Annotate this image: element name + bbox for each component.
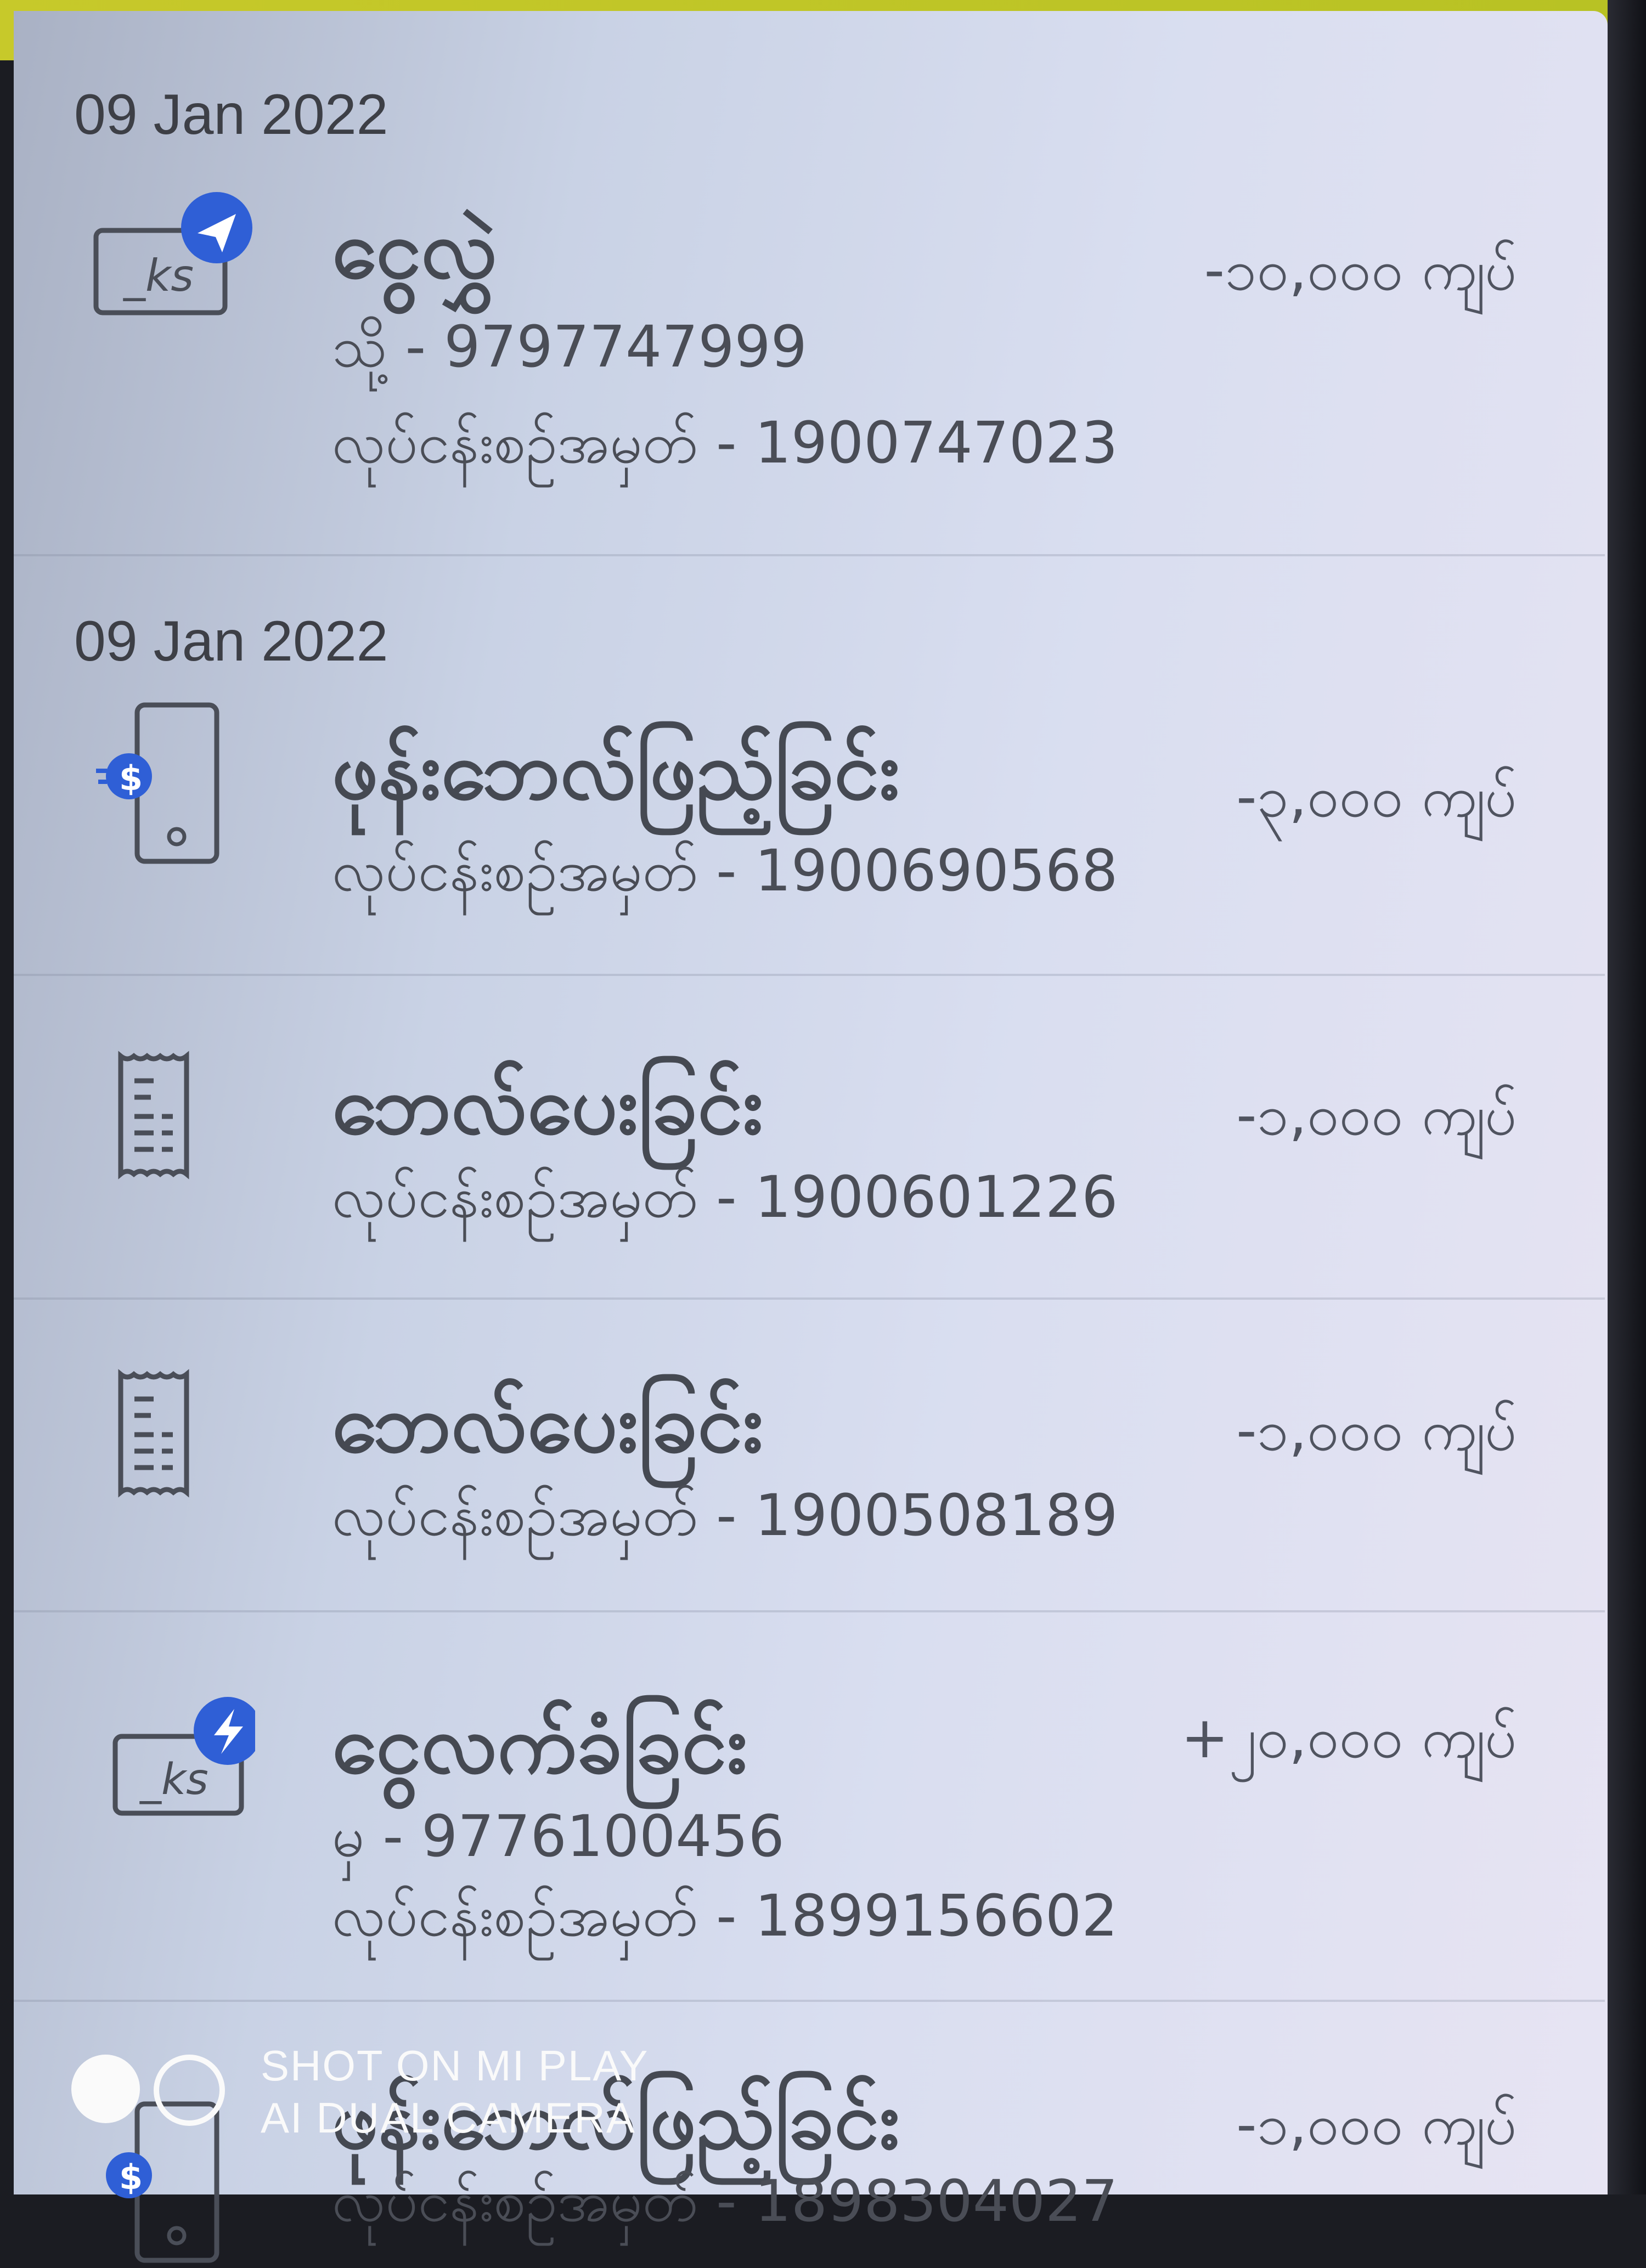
- watermark-dot-icon: [71, 2055, 140, 2123]
- watermark-ring-icon: [154, 2055, 225, 2126]
- bill-receipt-icon: [91, 1048, 233, 1191]
- transaction-amount: -၁၀,၀၀၀ ကျပ်: [1204, 236, 1517, 303]
- transaction-date: 09 Jan 2022: [74, 83, 388, 146]
- sender-number: မှ - 9776100456: [332, 1803, 785, 1870]
- transaction-id: လုပ်ငန်းစဉ်အမှတ် - 1900747023: [332, 409, 1118, 476]
- transaction-amount: -၁,၀၀၀ ကျပ်: [1236, 2091, 1517, 2158]
- camera-watermark: SHOT ON MI PLAY AI DUAL CAMERA: [71, 2033, 675, 2153]
- watermark-line-1: SHOT ON MI PLAY: [261, 2041, 649, 2090]
- transaction-amount: -၃,၀၀၀ ကျပ်: [1236, 763, 1517, 830]
- device-bezel: [1608, 0, 1646, 2194]
- transaction-amount: -၁,၀၀၀ ကျပ်: [1236, 1397, 1517, 1464]
- transaction-amount: +၂၀,၀၀၀ ကျပ်: [1181, 1704, 1517, 1771]
- transaction-date: 09 Jan 2022: [74, 610, 388, 673]
- transaction-id: လုပ်ငန်းစဉ်အမှတ် - 1899156602: [332, 1882, 1118, 1949]
- money-transfer-send-icon: _ks: [91, 187, 252, 329]
- transaction-title: ငွေလက်ခံခြင်း: [332, 1697, 748, 1791]
- transaction-item[interactable]: 09 Jan 2022 $ ဖုန်းဘေလ်ဖြည့်ခြင်း လုပ်ငန…: [14, 554, 1605, 976]
- transaction-item[interactable]: _ks ငွေလက်ခံခြင်း မှ - 9776100456 လုပ်ငန…: [14, 1610, 1605, 2002]
- transaction-id: လုပ်ငန်းစဉ်အမှတ် - 1900508189: [332, 1482, 1118, 1549]
- transaction-item[interactable]: 09 Jan 2022 _ks ငွေလွှဲ သို့ - 979774799…: [14, 11, 1605, 556]
- transaction-item[interactable]: ဘေလ်ပေးခြင်း လုပ်ငန်းစဉ်အမှတ် - 19005081…: [14, 1297, 1605, 1612]
- transaction-id: လုပ်ငန်းစဉ်အမှတ် - 1900690568: [332, 837, 1118, 904]
- transaction-item[interactable]: ဘေလ်ပေးခြင်း လုပ်ငန်းစဉ်အမှတ် - 19006012…: [14, 974, 1605, 1300]
- watermark-line-2: AI DUAL CAMERA: [261, 2094, 636, 2142]
- transaction-title: ငွေလွှဲ: [332, 202, 498, 296]
- svg-text:_ks: _ks: [139, 1755, 208, 1804]
- transaction-amount: -၁,၀၀၀ ကျပ်: [1236, 1081, 1517, 1148]
- money-receive-icon: _ks: [91, 1692, 262, 1835]
- transaction-id: လုပ်ငန်းစဉ်အမှတ် - 1900601226: [332, 1164, 1118, 1231]
- svg-text:$: $: [119, 2157, 143, 2197]
- transaction-title: ဘေလ်ပေးခြင်း: [332, 1376, 763, 1470]
- svg-text:$: $: [119, 758, 143, 798]
- bill-receipt-icon: [91, 1366, 233, 1509]
- transaction-history-list[interactable]: 09 Jan 2022 _ks ငွေလွှဲ သို့ - 979774799…: [14, 11, 1608, 2263]
- svg-text:_ks: _ks: [123, 250, 194, 301]
- transaction-title: ဖုန်းဘေလ်ဖြည့်ခြင်း: [332, 723, 900, 817]
- transaction-title: ဘေလ်ပေးခြင်း: [332, 1058, 763, 1152]
- transaction-id: လုပ်ငန်းစဉ်အမှတ် - 1898304027: [332, 2168, 1118, 2235]
- phone-topup-icon: $: [91, 702, 233, 864]
- recipient-number: သို့ - 9797747999: [332, 313, 807, 380]
